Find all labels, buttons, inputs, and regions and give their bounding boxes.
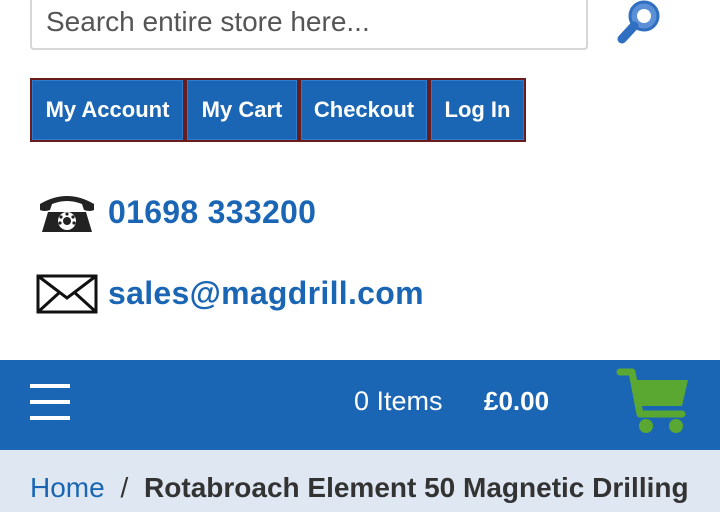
envelope-icon (36, 274, 98, 314)
breadcrumb-current: Rotabroach Element 50 Magnetic Drilling (144, 472, 689, 503)
shopping-cart-icon[interactable] (616, 368, 692, 438)
email-row: sales@magdrill.com (34, 270, 424, 316)
search-button[interactable] (612, 0, 670, 50)
breadcrumb-home-link[interactable]: Home (30, 472, 105, 503)
search-box (30, 0, 588, 50)
cart-item-count: 0 Items (354, 386, 443, 416)
checkout-button[interactable]: Checkout (299, 78, 429, 142)
telephone-icon (40, 196, 94, 232)
search-icon (617, 0, 660, 44)
account-nav: My Account My Cart Checkout Log In (30, 78, 526, 142)
log-in-button[interactable]: Log In (429, 78, 526, 142)
my-account-button[interactable]: My Account (30, 78, 185, 142)
email-link[interactable]: sales@magdrill.com (108, 275, 424, 312)
breadcrumb-separator: / (120, 472, 129, 503)
hamburger-menu-icon[interactable] (30, 384, 70, 420)
search-input[interactable] (32, 0, 586, 48)
phone-number-link[interactable]: 01698 333200 (108, 194, 316, 231)
my-cart-button[interactable]: My Cart (185, 78, 299, 142)
breadcrumb: Home / Rotabroach Element 50 Magnetic Dr… (0, 450, 720, 512)
cart-total: £0.00 (484, 386, 550, 416)
phone-row: 01698 333200 (34, 188, 316, 236)
